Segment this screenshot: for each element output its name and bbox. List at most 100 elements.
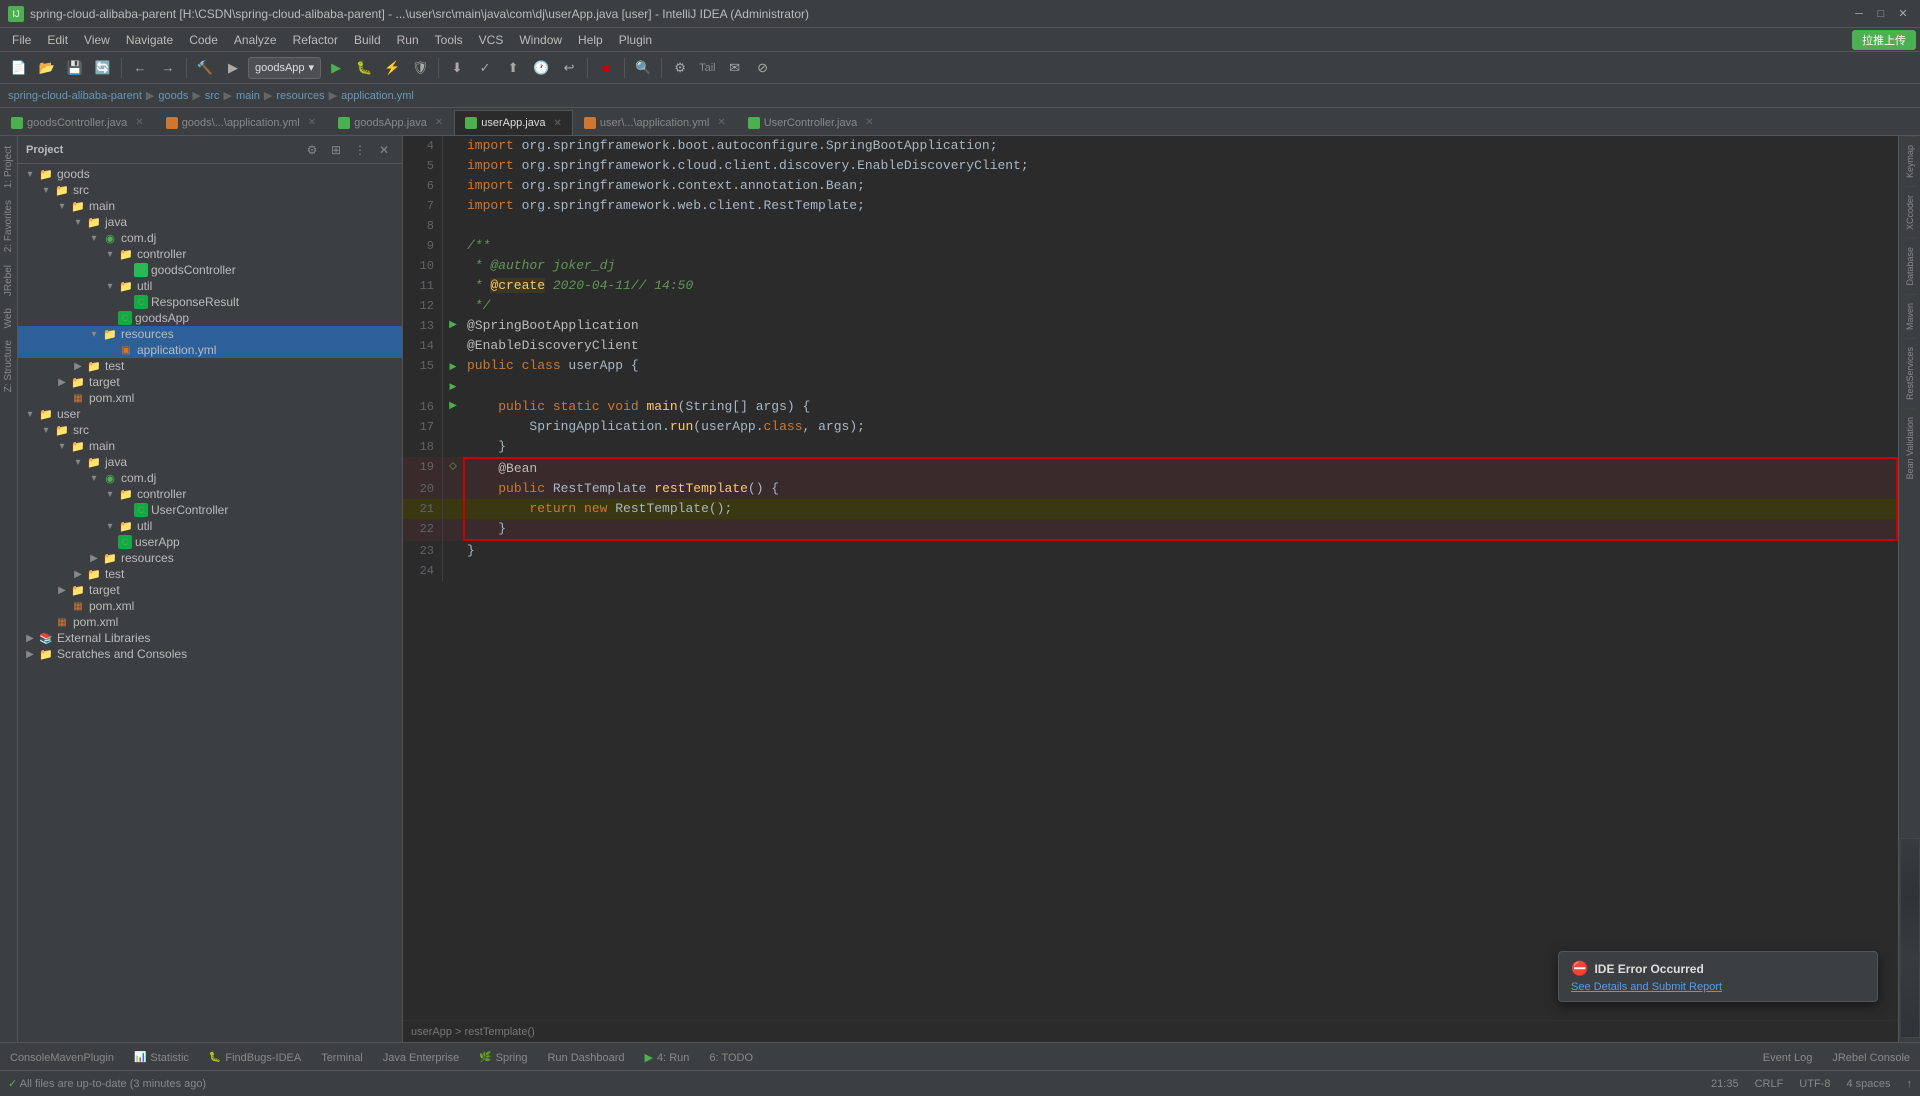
bottom-tab-terminal[interactable]: Terminal xyxy=(311,1044,373,1070)
tree-goods-main[interactable]: ▾ 📁 main xyxy=(18,198,402,214)
bc-resources[interactable]: resources xyxy=(276,90,324,102)
tree-user-pom[interactable]: ▦ pom.xml xyxy=(18,598,402,614)
tree-goods-java[interactable]: ▾ 📁 java xyxy=(18,214,402,230)
tree-user-resources-folder[interactable]: ▶ 📁 resources xyxy=(18,550,402,566)
tree-goods-controller-folder[interactable]: ▾ 📁 controller xyxy=(18,246,402,262)
tree-goodsapp-file[interactable]: C goodsApp xyxy=(18,310,402,326)
left-tool-web[interactable]: Web xyxy=(1,302,16,334)
project-panel-layout-button[interactable]: ⊞ xyxy=(326,140,346,160)
bc-file[interactable]: application.yml xyxy=(341,90,414,102)
tab-close-goodscontroller[interactable]: ✕ xyxy=(135,117,143,128)
tree-usercontroller-file[interactable]: C UserController xyxy=(18,502,402,518)
menu-help[interactable]: Help xyxy=(570,28,611,51)
search-everywhere-button[interactable]: 🔍 xyxy=(630,55,656,81)
menu-build[interactable]: Build xyxy=(346,28,389,51)
tree-user-controller-folder[interactable]: ▾ 📁 controller xyxy=(18,486,402,502)
mail-button[interactable]: ✉ xyxy=(722,55,748,81)
right-tool-xccoder[interactable]: XCcoder xyxy=(1903,186,1917,238)
menu-vcs[interactable]: VCS xyxy=(471,28,512,51)
remote-upload-button[interactable]: 拉推上传 xyxy=(1852,30,1916,50)
run-button[interactable]: ▶ xyxy=(323,55,349,81)
status-crlf[interactable]: CRLF xyxy=(1755,1078,1784,1090)
menu-code[interactable]: Code xyxy=(181,28,226,51)
line-gutter-15[interactable]: ▶ ▶ xyxy=(443,357,463,397)
right-tool-bean-validation[interactable]: Bean Validation xyxy=(1903,408,1917,487)
bottom-tab-rundashboard[interactable]: Run Dashboard xyxy=(537,1044,634,1070)
tree-user-comdj[interactable]: ▾ ◉ com.dj xyxy=(18,470,402,486)
menu-tools[interactable]: Tools xyxy=(427,28,471,51)
tree-goods-target[interactable]: ▶ 📁 target xyxy=(18,374,402,390)
right-tool-keymap[interactable]: Keymap xyxy=(1903,136,1917,186)
back-button[interactable]: ← xyxy=(127,55,153,81)
close-button[interactable]: ✕ xyxy=(1894,5,1912,23)
tree-goods-test[interactable]: ▶ 📁 test xyxy=(18,358,402,374)
tab-user-yml[interactable]: user\...\application.yml ✕ xyxy=(573,109,737,135)
maximize-button[interactable]: □ xyxy=(1872,5,1890,23)
left-tool-project[interactable]: 1: Project xyxy=(1,140,16,194)
status-charset[interactable]: UTF-8 xyxy=(1799,1078,1830,1090)
tree-user-util-folder[interactable]: ▾ 📁 util xyxy=(18,518,402,534)
tree-goods-comdj[interactable]: ▾ ◉ com.dj xyxy=(18,230,402,246)
tab-goodsapp[interactable]: goodsApp.java ✕ xyxy=(327,109,454,135)
tree-responseresult-file[interactable]: C ResponseResult xyxy=(18,294,402,310)
menu-view[interactable]: View xyxy=(76,28,118,51)
project-panel-gear-button[interactable]: ⚙ xyxy=(302,140,322,160)
tree-user-main[interactable]: ▾ 📁 main xyxy=(18,438,402,454)
tree-root-pom[interactable]: ▦ pom.xml xyxy=(18,614,402,630)
tab-goodscontroller[interactable]: goodsController.java ✕ xyxy=(0,109,155,135)
tab-close-usercontroller[interactable]: ✕ xyxy=(865,117,873,128)
tree-goodscontroller-file[interactable]: C goodsController xyxy=(18,262,402,278)
status-line-col[interactable]: 21:35 xyxy=(1711,1078,1739,1090)
tree-goods-pom[interactable]: ▦ pom.xml xyxy=(18,390,402,406)
tree-user-src[interactable]: ▾ 📁 src xyxy=(18,422,402,438)
build-button[interactable]: 🔨 xyxy=(192,55,218,81)
bc-src[interactable]: src xyxy=(205,90,220,102)
bottom-tab-javaenterprise[interactable]: Java Enterprise xyxy=(373,1044,469,1070)
tree-scratches[interactable]: ▶ 📁 Scratches and Consoles xyxy=(18,646,402,662)
project-panel-settings-button[interactable]: ⋮ xyxy=(350,140,370,160)
menu-file[interactable]: File xyxy=(4,28,39,51)
vcs-revert-button[interactable]: ↩ xyxy=(556,55,582,81)
run-config-dropdown[interactable]: goodsApp ▾ xyxy=(248,57,321,79)
tree-user-java[interactable]: ▾ 📁 java xyxy=(18,454,402,470)
open-button[interactable]: 📂 xyxy=(34,55,60,81)
bottom-tab-spring[interactable]: 🌿 Spring xyxy=(469,1044,537,1070)
new-file-button[interactable]: 📄 xyxy=(6,55,32,81)
coverage-button[interactable]: 🛡 xyxy=(407,55,433,81)
bc-main[interactable]: main xyxy=(236,90,260,102)
bc-goods[interactable]: goods xyxy=(158,90,188,102)
menu-run[interactable]: Run xyxy=(389,28,427,51)
line-gutter-13[interactable]: ▶ xyxy=(443,316,463,336)
tree-external-libraries[interactable]: ▶ 📚 External Libraries xyxy=(18,630,402,646)
bottom-tab-consolemavenplugin[interactable]: ConsoleMavenPlugin xyxy=(0,1044,124,1070)
forward-button[interactable]: → xyxy=(155,55,181,81)
tree-goods-yml-file[interactable]: ▣ application.yml xyxy=(18,342,402,358)
tree-goods-src[interactable]: ▾ 📁 src xyxy=(18,182,402,198)
sync-button[interactable]: 🔄 xyxy=(90,55,116,81)
bottom-tab-statistic[interactable]: 📊 Statistic xyxy=(124,1044,199,1070)
bottom-tab-findbugs[interactable]: 🐛 FindBugs-IDEA xyxy=(199,1044,311,1070)
left-tool-favorites[interactable]: 2: Favorites xyxy=(1,194,16,258)
tree-userapp-file[interactable]: C userApp xyxy=(18,534,402,550)
vcs-push-button[interactable]: ⬆ xyxy=(500,55,526,81)
left-tool-jrebel[interactable]: JRebel xyxy=(1,259,16,302)
line-gutter-16[interactable]: ▶ xyxy=(443,397,463,417)
bottom-tab-jrebelconsole[interactable]: JRebel Console xyxy=(1822,1044,1920,1070)
vcs-commit-button[interactable]: ✓ xyxy=(472,55,498,81)
tree-user-test[interactable]: ▶ 📁 test xyxy=(18,566,402,582)
status-indent[interactable]: 4 spaces xyxy=(1846,1078,1890,1090)
tab-close-goodsapp[interactable]: ✕ xyxy=(435,117,443,128)
right-tool-maven[interactable]: Maven xyxy=(1903,294,1917,338)
tree-user[interactable]: ▾ 📁 user xyxy=(18,406,402,422)
bottom-tab-eventlog[interactable]: Event Log xyxy=(1753,1044,1823,1070)
tab-goods-yml[interactable]: goods\...\application.yml ✕ xyxy=(155,109,327,135)
menu-plugin[interactable]: Plugin xyxy=(611,28,660,51)
left-tool-structure[interactable]: Z: Structure xyxy=(1,334,16,398)
error-link[interactable]: See Details and Submit Report xyxy=(1571,981,1865,993)
bottom-tab-run[interactable]: ▶ 4: Run xyxy=(635,1044,700,1070)
settings-button[interactable]: ⚙ xyxy=(667,55,693,81)
tree-goods-resources-folder[interactable]: ▾ 📁 resources xyxy=(18,326,402,342)
save-button[interactable]: 💾 xyxy=(62,55,88,81)
run-config-button[interactable]: ▶ xyxy=(220,55,246,81)
right-tool-database[interactable]: Database xyxy=(1903,238,1917,294)
